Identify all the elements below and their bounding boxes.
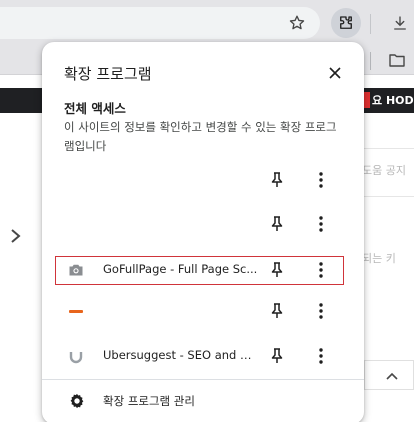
popup-divider: [42, 379, 364, 380]
extension-row[interactable]: [42, 209, 364, 239]
pin-icon: [271, 216, 283, 231]
chevron-right-icon[interactable]: [8, 224, 24, 248]
more-options-button[interactable]: [311, 170, 331, 190]
extension-icon: [68, 216, 84, 232]
pin-button[interactable]: [267, 170, 287, 190]
extensions-popup: 확장 프로그램 전체 액세스 이 사이트의 정보를 확인하고 변경할 수 있는 …: [42, 42, 364, 422]
orange-extension-icon: [68, 303, 84, 319]
page-fragment-text: 도움 공지: [362, 164, 406, 177]
bookmark-star-icon[interactable]: [284, 10, 310, 36]
pin-icon: [271, 262, 283, 277]
pin-icon: [271, 172, 283, 187]
pin-button[interactable]: [267, 260, 287, 280]
extensions-puzzle-icon[interactable]: [331, 8, 361, 38]
more-options-button[interactable]: [311, 260, 331, 280]
ubersuggest-icon: [68, 348, 84, 364]
section-title: 전체 액세스: [64, 101, 126, 116]
toolbar-separator: [370, 14, 371, 34]
download-icon[interactable]: [387, 10, 413, 36]
page-divider: [362, 196, 414, 197]
section-description: 이 사이트의 정보를 확인하고 변경할 수 있는 확장 프로그램입니다: [64, 120, 337, 153]
scroll-buttons[interactable]: [364, 360, 414, 390]
close-button[interactable]: [325, 63, 345, 83]
extension-row-ubersuggest[interactable]: Ubersuggest - SEO and K...: [42, 341, 364, 371]
red-marker: [364, 92, 370, 108]
pin-button[interactable]: [267, 301, 287, 321]
more-options-button[interactable]: [311, 346, 331, 366]
more-vertical-icon: [319, 303, 323, 319]
extension-row-gofullpage[interactable]: GoFullPage - Full Page Sc...: [42, 255, 364, 285]
popup-title: 확장 프로그램: [64, 65, 152, 83]
more-vertical-icon: [319, 262, 323, 278]
address-bar[interactable]: [0, 7, 320, 39]
folder-icon[interactable]: [384, 47, 410, 73]
pin-button[interactable]: [267, 214, 287, 234]
extension-row[interactable]: [42, 296, 364, 326]
more-vertical-icon: [319, 348, 323, 364]
camera-icon: [68, 262, 84, 278]
more-options-button[interactable]: [311, 301, 331, 321]
extension-name: GoFullPage - Full Page Sc...: [103, 262, 258, 276]
extension-row[interactable]: [42, 165, 364, 195]
gear-icon: [68, 392, 86, 410]
pin-button[interactable]: [267, 346, 287, 366]
more-vertical-icon: [319, 172, 323, 188]
pin-icon: [271, 303, 283, 318]
more-options-button[interactable]: [311, 214, 331, 234]
close-icon: [329, 67, 341, 79]
extension-icon: [68, 172, 84, 188]
page-bar-text: 요 HOD: [372, 94, 414, 107]
manage-extensions-label: 확장 프로그램 관리: [103, 394, 195, 408]
more-vertical-icon: [319, 216, 323, 232]
bookmarks-separator: [370, 52, 371, 70]
browser-toolbar: [0, 0, 414, 45]
pin-icon: [271, 348, 283, 363]
page-fragment-text: 되는 키: [362, 252, 396, 265]
page-divider: [362, 148, 414, 149]
extension-name: Ubersuggest - SEO and K...: [103, 348, 258, 362]
manage-extensions-button[interactable]: 확장 프로그램 관리: [42, 386, 364, 416]
